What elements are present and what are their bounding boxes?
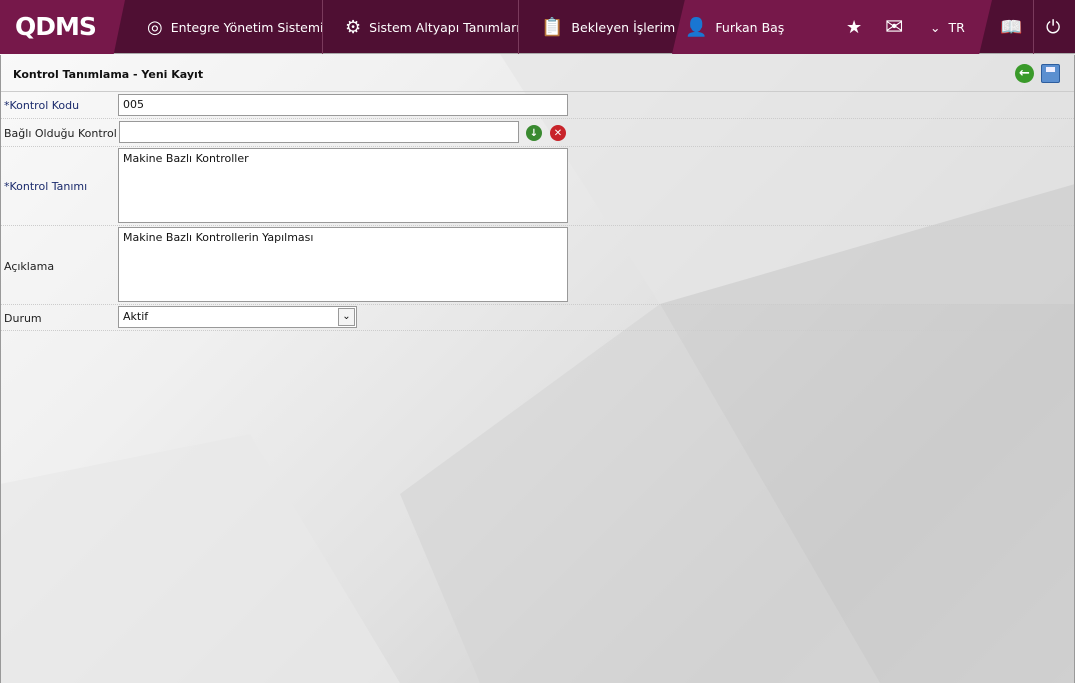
aciklama-label: Açıklama	[4, 260, 55, 273]
language-selector[interactable]: ⌄ TR	[930, 0, 965, 54]
star-icon: ★	[846, 16, 863, 38]
arrow-left-icon: ←	[1019, 66, 1030, 81]
book-hand-icon: 📖	[1000, 16, 1023, 38]
durum-label: Durum	[4, 312, 42, 325]
kontrol-tanimi-textarea[interactable]: Makine Bazlı Kontroller	[118, 148, 568, 223]
close-icon: ✕	[553, 127, 563, 139]
q-logo-icon: ◎	[147, 16, 163, 38]
nav-entegre-yonetim-sistemi[interactable]: ◎ Entegre Yönetim Sistemi	[147, 0, 324, 54]
chevron-down-icon: ⌄	[338, 308, 355, 326]
chevron-down-icon: ⌄	[930, 19, 941, 35]
form-panel: Kontrol Tanımlama - Yeni Kayıt ← *Kontro…	[0, 55, 1075, 683]
power-icon: ⏻	[1046, 16, 1061, 38]
kontrol-tanimi-label: *Kontrol Tanımı	[4, 180, 88, 193]
logout-button[interactable]: ⏻	[1046, 0, 1060, 54]
nav-bekleyen-islerim[interactable]: 📋 Bekleyen İşlerim	[541, 0, 675, 54]
arrow-down-icon: ↓	[529, 127, 539, 139]
clipboard-icon: 📋	[541, 16, 564, 38]
bagli-kontrol-label: Bağlı Olduğu Kontrol	[4, 127, 117, 140]
bagli-kontrol-input[interactable]	[119, 121, 519, 143]
clear-button[interactable]: ✕	[550, 125, 566, 141]
gear-icon: ⚙	[345, 16, 362, 38]
nav-user[interactable]: 👤 Furkan Baş	[685, 0, 784, 54]
favorites-button[interactable]: ★	[846, 0, 862, 54]
aciklama-textarea[interactable]: Makine Bazlı Kontrollerin Yapılması	[118, 227, 568, 302]
durum-select[interactable]: Aktif ⌄	[118, 306, 357, 328]
mail-icon: ✉	[885, 14, 904, 40]
kontrol-kodu-label: *Kontrol Kodu	[4, 99, 80, 112]
floppy-disk-icon	[1046, 67, 1055, 72]
user-icon: 👤	[685, 16, 708, 38]
nav-sistem-altyapi-tanimlari[interactable]: ⚙ Sistem Altyapı Tanımları	[345, 0, 520, 54]
top-navbar: QDMS ◎ Entegre Yönetim Sistemi ⚙ Sistem Al…	[0, 0, 1075, 54]
select-button[interactable]: ↓	[526, 125, 542, 141]
page-title: Kontrol Tanımlama - Yeni Kayıt	[13, 68, 204, 81]
messages-button[interactable]: ✉	[885, 0, 903, 54]
qdms-logo[interactable]: QDMS	[15, 12, 97, 41]
back-button[interactable]: ←	[1015, 64, 1034, 83]
save-button[interactable]	[1041, 64, 1060, 83]
help-button[interactable]: 📖	[1000, 0, 1022, 54]
kontrol-kodu-input[interactable]: 005	[118, 94, 568, 116]
